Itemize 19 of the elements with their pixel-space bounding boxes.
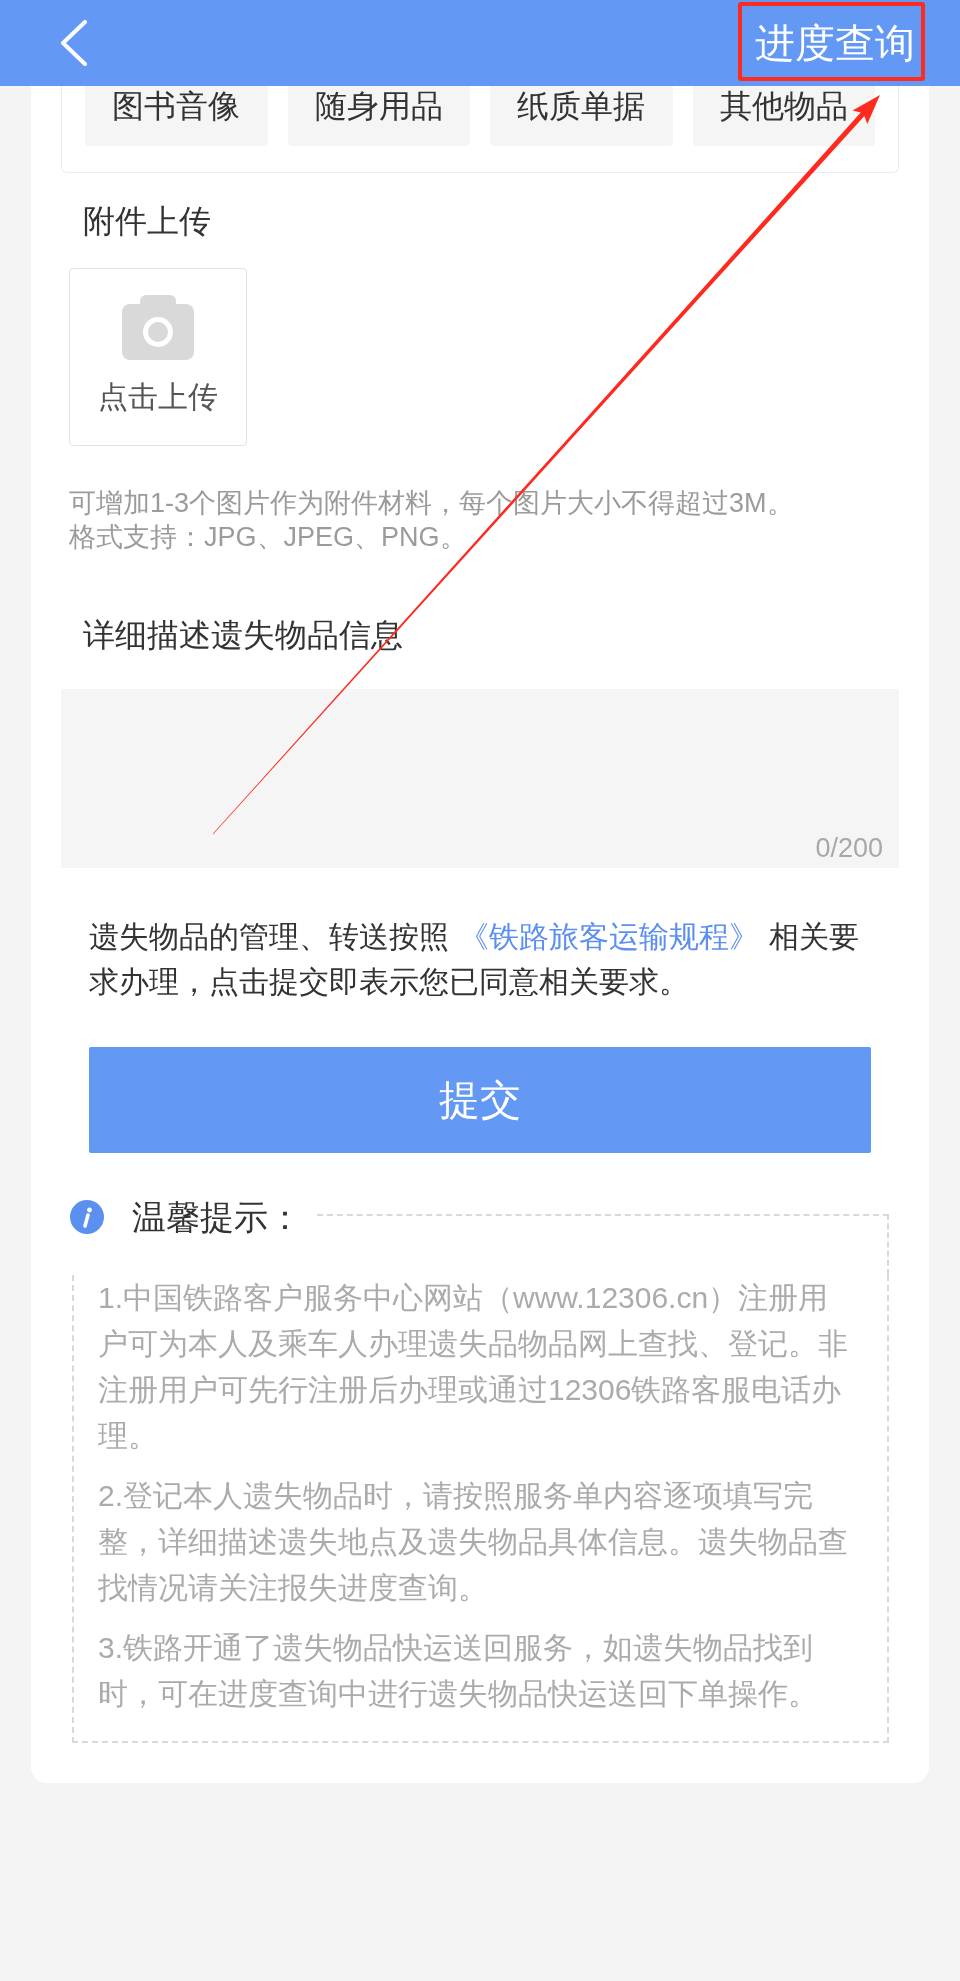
- tip-text: 1.中国铁路客户服务中心网站（www.12306.cn）注册用户可为本人及乘车人办理遗失品物品网上查找、登记。非注册用户可先行注册后办理或通过12306铁路客服电话办理。: [98, 1280, 849, 1454]
- upload-hint: 可增加1-3个图片作为附件材料，每个图片大小不得超过3M。: [69, 487, 795, 520]
- char-counter: 0/200: [815, 833, 884, 865]
- upload-label: 点击上传: [98, 379, 218, 415]
- section-label: 附件上传: [83, 202, 212, 241]
- back-button[interactable]: [60, 20, 88, 66]
- category-option[interactable]: 图书音像: [85, 86, 268, 146]
- tips-title: 温馨提示：: [132, 1197, 302, 1237]
- upload-button[interactable]: 点击上传: [69, 268, 247, 446]
- category-option[interactable]: 纸质单据: [490, 86, 673, 146]
- back-icon: [60, 20, 88, 66]
- camera-icon: [122, 295, 194, 360]
- info-icon: [70, 1200, 104, 1234]
- tip-text: 2.登记本人遗失物品时，请按照服务单内容逐项填写完整，详细描述遗失地点及遗失物品具体信息。遗失物品查找情况请关注报失进度查询。: [98, 1478, 849, 1606]
- category-option[interactable]: 其他物品: [692, 86, 875, 146]
- category-option[interactable]: 随身用品: [287, 86, 470, 146]
- tip-text: 3.铁路开通了遗失物品快运送回服务，如遗失物品找到时，可在进度查询中进行遗失物品快运送回下单操作。: [98, 1630, 819, 1712]
- upload-hint: 格式支持：JPG、JPEG、PNG。: [69, 521, 468, 554]
- agreement-text: 遗失物品的管理、转送按照 《铁路旅客运输规程》 相关要求办理，点击提交即表示您已同意相关要求。: [89, 919, 860, 1000]
